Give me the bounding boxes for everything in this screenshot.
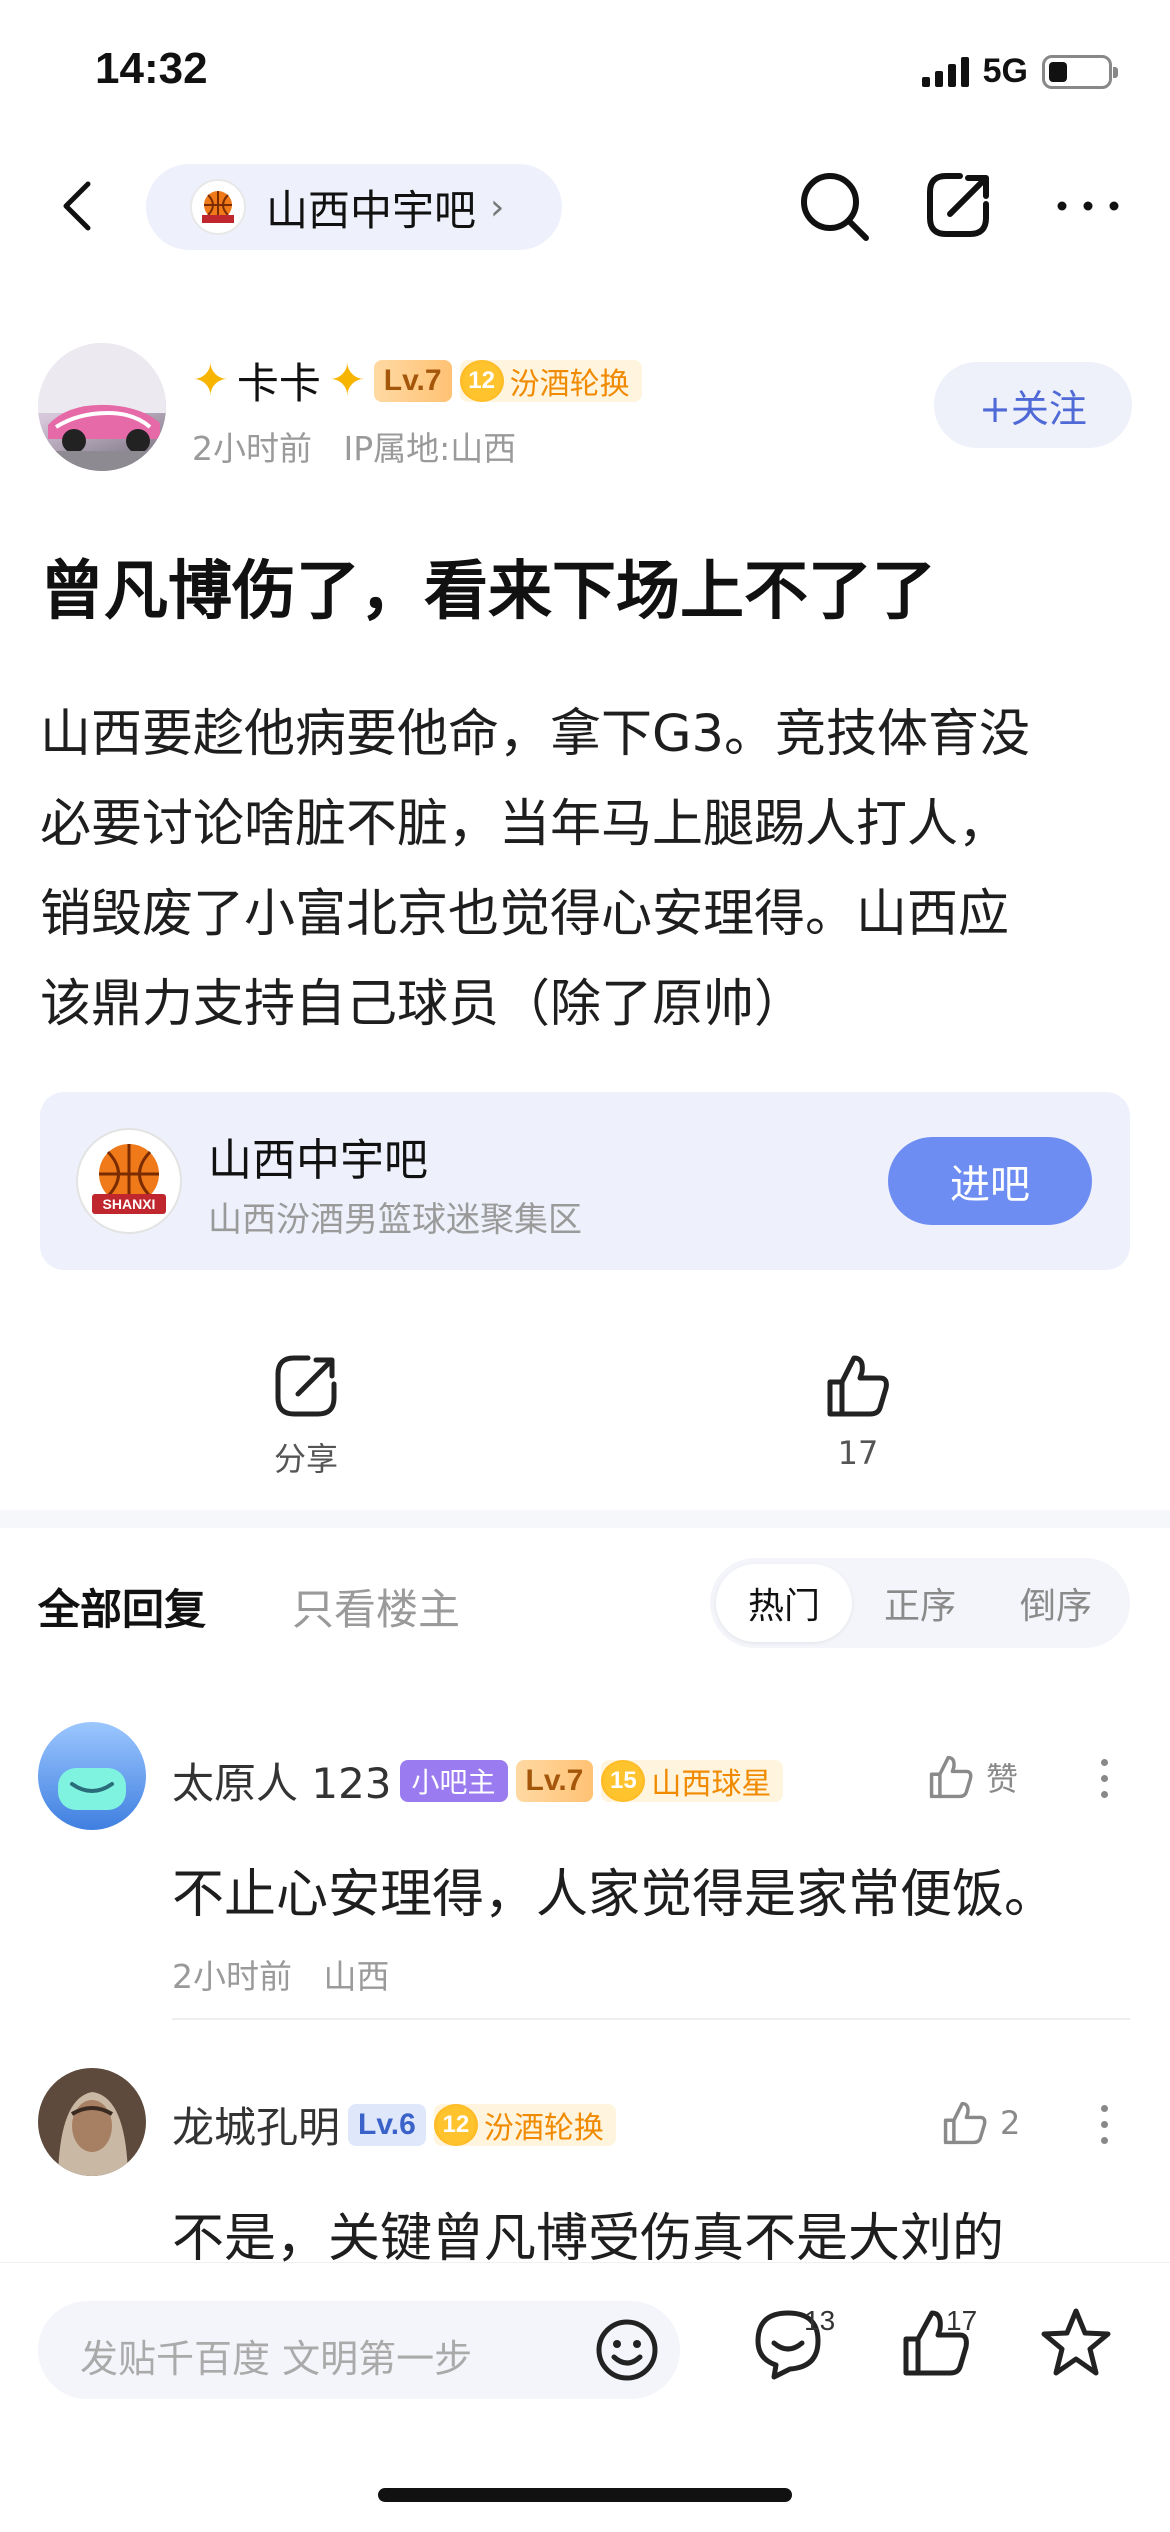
compose-placeholder: 发贴千百度 文明第一步 [80,2337,473,2381]
author-name[interactable]: 卡卡 [237,350,321,411]
status-time: 14:32 [95,44,208,93]
forum-name: 山西中宇吧 [266,185,477,235]
comment-like-count: 2 [1000,2104,1021,2142]
tab-all-replies[interactable]: 全部回复 [38,1576,206,1637]
forum-pill[interactable]: 山西中宇吧 › [146,164,562,250]
share-icon [275,1355,337,1417]
title-label: 山西球星 [651,1766,772,1802]
post-ip: IP属地:山西 [343,429,517,468]
emoji-icon[interactable] [592,2315,662,2385]
comment-name-row: 太原人 123 小吧主 Lv.7 15 山西球星 [172,1750,784,1811]
post-time: 2小时前 [192,429,312,468]
sort-ascending[interactable]: 正序 [852,1564,988,1642]
title-level: 12 [433,2103,478,2146]
more-icon[interactable] [1050,168,1126,244]
star-favorite-icon[interactable] [1036,2303,1116,2383]
like-count: 17 [837,1434,879,1472]
author-avatar[interactable] [38,343,166,471]
status-bar: 14:32 5G [0,0,1170,150]
chevron-right-icon: › [490,186,505,228]
moderator-badge: 小吧主 [399,1759,508,1802]
post-body-line: 该鼎力支持自己球员（除了原帅） [40,975,806,1034]
sort-toggle: 热门 正序 倒序 [710,1558,1130,1648]
post-body-line: 必要讨论啥脏不脏，当年马上腿踢人打人， [40,795,1010,854]
like-count: 17 [946,2305,978,2336]
star-icon: ✦ [192,355,229,406]
more-icon[interactable] [1084,1748,1124,1808]
title-badge: 12 汾酒轮换 [433,2103,616,2146]
comment-like[interactable]: 2 [940,2098,1020,2148]
thumbs-up-icon [929,1755,973,1799]
compose-input[interactable]: 发贴千百度 文明第一步 [38,2301,680,2399]
post-meta: 2小时前 IP属地:山西 [192,422,516,470]
comment-like[interactable]: 赞 [926,1752,1018,1802]
section-divider [0,1510,1170,1528]
title-badge: 15 山西球星 [601,1759,784,1802]
comment-location: 山西 [323,1957,390,1996]
back-icon[interactable] [50,176,110,236]
forum-logo-icon [190,179,246,235]
comment-time: 2小时前 [172,1957,292,1996]
comment-like-label: 赞 [986,1760,1019,1798]
comment-meta: 2小时前 山西 [172,1950,389,1998]
comment-name-row: 龙城孔明 Lv.6 12 汾酒轮换 [172,2094,616,2155]
share-action[interactable]: 分享 [236,1350,376,1480]
forum-card-name: 山西中宇吧 [208,1135,428,1186]
title-badge: 12 汾酒轮换 [459,359,642,402]
thumbs-up-icon [827,1355,889,1417]
avatar[interactable] [38,2068,146,2176]
top-nav: 山西中宇吧 › [0,150,1170,270]
post-body: 山西要趁他病要他命，拿下G3。竞技体育没 必要讨论啥脏不脏，当年马上腿踢人打人，… [40,690,1140,1050]
post-title: 曾凡博伤了，看来下场上不了了 [40,555,936,629]
post-body-line: 山西要趁他病要他命，拿下G3。竞技体育没 [40,705,1030,764]
like-action[interactable]: 17 [788,1350,928,1472]
forum-card-desc: 山西汾酒男篮球迷聚集区 [208,1200,582,1240]
share-icon[interactable] [920,168,996,244]
comment-text: 不止心安理得，人家觉得是家常便饭。 [172,1865,1057,1925]
title-label: 汾酒轮换 [483,2110,604,2146]
battery-icon [1042,54,1118,89]
author-name-row: ✦ 卡卡 ✦ Lv.7 12 汾酒轮换 [192,350,642,411]
search-icon[interactable] [796,168,872,244]
title-level: 15 [601,1759,646,1802]
title-level: 12 [459,359,504,402]
thumbs-up-icon [943,2101,987,2145]
comment-count: 13 [804,2305,836,2336]
comment-text: 不是，关键曾凡博受伤真不是大刘的 [172,2209,1005,2269]
enter-forum-button[interactable]: 进吧 [888,1137,1092,1225]
sort-descending[interactable]: 倒序 [988,1564,1124,1642]
comment-divider [172,2018,1130,2020]
comment-author[interactable]: 龙城孔明 [172,2094,340,2155]
signal-icon [921,56,969,87]
post-body-line: 销毁废了小富北京也觉得心安理得。山西应 [40,885,1010,944]
tab-host-only[interactable]: 只看楼主 [292,1576,460,1637]
follow-button[interactable]: +关注 [934,362,1132,448]
level-badge: Lv.6 [348,2103,426,2146]
status-indicators: 5G [921,52,1118,91]
title-label: 汾酒轮换 [509,366,630,402]
avatar[interactable] [38,1722,146,1830]
home-indicator [378,2488,792,2502]
network-type: 5G [982,52,1028,90]
sort-hot[interactable]: 热门 [716,1564,852,1642]
level-badge: Lv.7 [373,359,452,402]
forum-logo-icon: SHANXI [76,1128,182,1234]
forum-card[interactable]: SHANXI 山西中宇吧 山西汾酒男篮球迷聚集区 进吧 [40,1092,1130,1270]
comment-author[interactable]: 太原人 123 [172,1750,392,1811]
star-icon: ✦ [328,355,366,406]
more-icon[interactable] [1084,2094,1124,2154]
forum-logo-text: SHANXI [103,1196,156,1212]
level-badge: Lv.7 [515,1759,594,1802]
share-label: 分享 [273,1440,338,1478]
